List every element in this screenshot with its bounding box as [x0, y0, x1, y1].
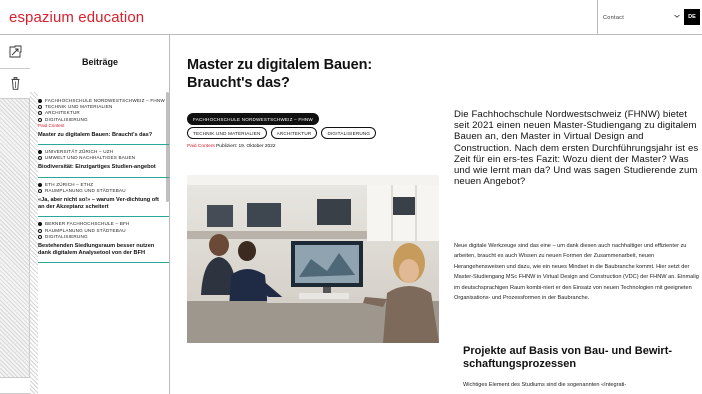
article-meta: Paid Content Publiziert: 19. Oktober 202… — [187, 144, 276, 149]
institution-tag-row: FACHHOCHSCHULE NORDWESTSCHWEIZ – FHNW — [187, 113, 319, 126]
sidebar-title: Beiträge — [81, 57, 118, 67]
tag-topic: DIGITALISIERUNG — [38, 234, 166, 240]
language-button[interactable]: DE — [684, 9, 700, 25]
empty-dot-icon — [38, 188, 42, 193]
article-lead: Die Fachhochschule Nordwestschweiz (FHNW… — [454, 109, 699, 188]
publish-date: Publiziert: 19. Oktober 2022 — [216, 144, 276, 149]
topic-tag[interactable]: DIGITALISIERUNG — [321, 127, 377, 140]
top-bar: espazium education Contact DE — [0, 0, 702, 35]
article-body-continued: Wichtiges Element des Studiums sind die … — [463, 382, 627, 388]
list-item-title[interactable]: Biodiversität: Einzigartiges Studien-ang… — [38, 164, 166, 171]
rail-tab-trash[interactable] — [0, 69, 30, 99]
topic-tag[interactable]: ARCHITEKTUR — [270, 127, 318, 140]
empty-dot-icon — [38, 228, 42, 233]
rail-tab-bottom[interactable] — [0, 377, 30, 394]
list-item[interactable]: ETH ZÜRICH – ETHZ RAUMPLANUNG UND STÄDTE… — [38, 178, 169, 218]
tag-topic: DIGITALISIERUNG — [38, 117, 166, 123]
left-rail — [0, 35, 30, 394]
list-item-title[interactable]: «Ja, aber nicht so!» – warum Ver-dichtun… — [38, 197, 166, 211]
header-divider — [597, 0, 598, 35]
tag-topic: UMWELT UND NACHHALTIGES BAUEN — [38, 155, 166, 161]
paid-content-label: Paid Content — [187, 144, 215, 149]
sidebar-hatch — [30, 92, 38, 394]
sidebar-list: FACHHOCHSCHULE NORDWESTSCHWEIZ – FHNW TE… — [38, 92, 169, 264]
list-item[interactable]: UNIVERSITÄT ZÜRICH – UZH UMWELT UND NACH… — [38, 145, 169, 178]
article-body: Neue digitale Werkzeuge sind das eine – … — [454, 243, 699, 302]
tag-topic: RAUMPLANUNG UND STÄDTEBAU — [38, 188, 166, 194]
empty-dot-icon — [38, 111, 42, 116]
section-heading: Projekte auf Basis von Bau- und Bewirt-s… — [463, 345, 673, 370]
topic-tag-row: TECHNIK UND MATERIALIEN ARCHITEKTUR DIGI… — [187, 127, 377, 140]
article-main: Master zu digitalem Bauen: Braucht's das… — [171, 35, 702, 394]
list-item-title[interactable]: Master zu digitalem Bauen: Braucht's das… — [38, 132, 166, 139]
list-item-title[interactable]: Bestehenden Siedlungsraum besser nutzen … — [38, 243, 166, 257]
empty-dot-icon — [38, 117, 42, 122]
article-title: Master zu digitalem Bauen: Braucht's das… — [187, 57, 373, 91]
trash-icon — [11, 77, 19, 90]
paid-content-label: Paid Content — [38, 122, 65, 128]
empty-dot-icon — [38, 105, 42, 110]
article-photo — [187, 175, 439, 343]
list-item[interactable]: FACHHOCHSCHULE NORDWESTSCHWEIZ – FHNW TE… — [38, 92, 169, 146]
articles-sidebar: Beiträge FACHHOCHSCHULE NORDWESTSCHWEIZ … — [30, 35, 170, 394]
empty-dot-icon — [38, 234, 42, 239]
contact-dropdown[interactable]: Contact — [603, 15, 624, 21]
rail-tab-collapse[interactable] — [0, 35, 30, 69]
institution-tag[interactable]: FACHHOCHSCHULE NORDWESTSCHWEIZ – FHNW — [187, 113, 319, 126]
topic-tag[interactable]: TECHNIK UND MATERIALIEN — [187, 127, 267, 140]
filled-dot-icon — [38, 150, 42, 155]
collapse-icon — [9, 45, 21, 58]
chevron-down-icon[interactable] — [674, 13, 680, 19]
filled-dot-icon — [38, 182, 42, 187]
site-logo[interactable]: espazium education — [9, 9, 144, 26]
list-item[interactable]: BERNER FACHHOCHSCHULE – BFH RAUMPLANUNG … — [38, 217, 169, 264]
empty-dot-icon — [38, 156, 42, 161]
filled-dot-icon — [38, 222, 42, 227]
filled-dot-icon — [38, 99, 42, 103]
